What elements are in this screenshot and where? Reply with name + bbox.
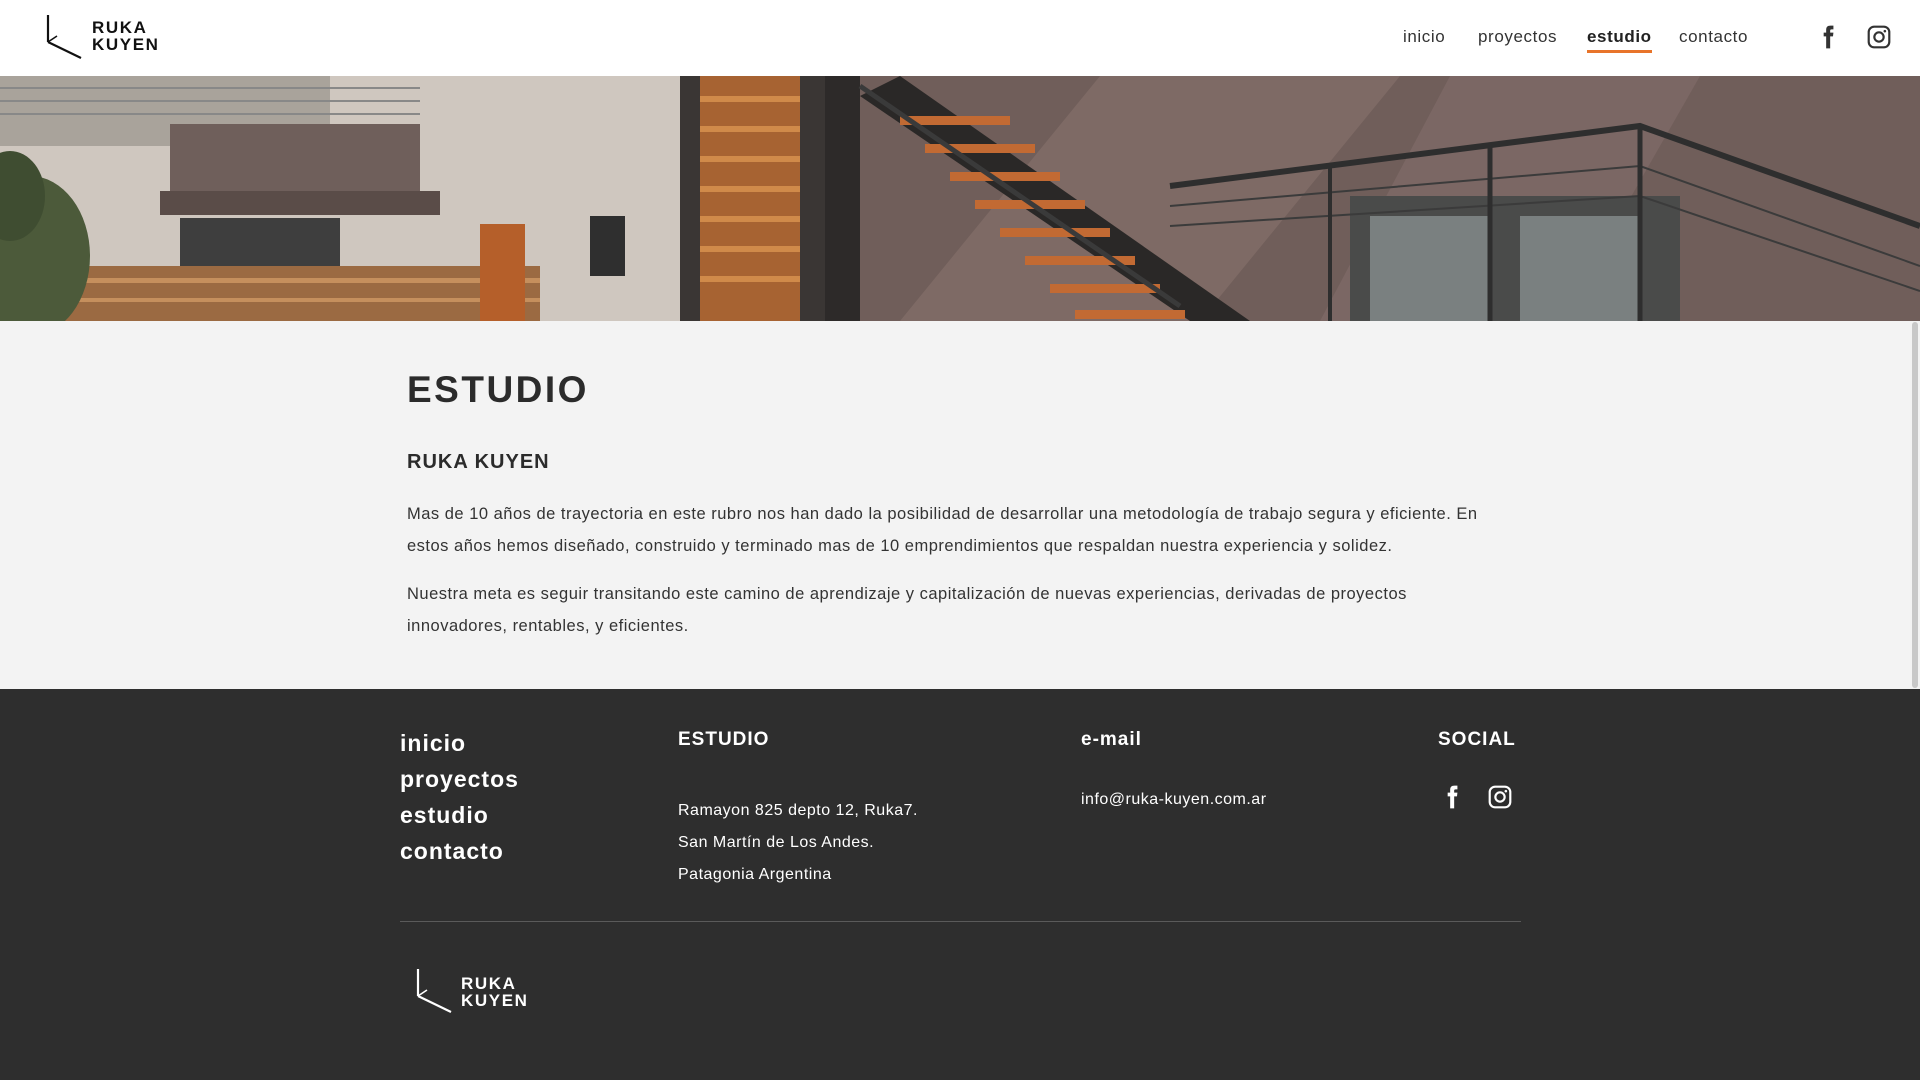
footer-logo-line-2: KUYEN [461,991,529,1010]
page-title: ESTUDIO [407,369,589,410]
footer-brand-logo[interactable]: RUKA KUYEN [416,969,546,1015]
logo-line-2: KUYEN [92,35,160,54]
address-line-3: Patagonia Argentina [678,866,832,883]
footer-nav-item-contacto[interactable]: contacto [400,833,519,869]
facebook-icon[interactable] [1815,24,1841,50]
nav-item-inicio[interactable]: inicio [1403,27,1445,47]
logo-mark-icon [416,969,452,1013]
address-line-2: San Martín de Los Andes. [678,834,875,851]
nav-item-proyectos[interactable]: proyectos [1478,27,1557,47]
footer-email-link[interactable]: info@ruka-kuyen.com.ar [1081,791,1267,809]
brand-logo[interactable]: RUKA KUYEN [46,15,176,61]
footer-nav-item-proyectos[interactable]: proyectos [400,761,519,797]
footer-logo-line-1: RUKA [461,974,517,993]
main-content: ESTUDIO RUKA KUYEN Mas de 10 años de tra… [0,321,1910,689]
scrollbar-thumb[interactable] [1912,322,1918,688]
site-header: RUKA KUYEN inicio proyectos estudio cont… [0,0,1920,76]
footer-social-heading: SOCIAL [1438,729,1516,750]
footer-nav: inicio proyectos estudio contacto [400,725,519,869]
footer-nav-item-estudio[interactable]: estudio [400,797,519,833]
nav-item-contacto[interactable]: contacto [1679,27,1748,47]
footer-address: Ramayon 825 depto 12, Ruka7. San Martín … [678,795,918,891]
footer-divider [400,921,1521,922]
instagram-icon[interactable] [1487,784,1513,810]
nav-item-estudio[interactable]: estudio [1587,27,1652,53]
nav-item-estudio-label: estudio [1587,27,1652,46]
section-subtitle: RUKA KUYEN [407,451,550,473]
logo-wordmark: RUKA KUYEN [92,19,160,53]
footer-logo-wordmark: RUKA KUYEN [461,975,529,1009]
nav-active-underline [1587,50,1652,53]
site-footer: inicio proyectos estudio contacto ESTUDI… [0,689,1920,1080]
intro-paragraph: Mas de 10 años de trayectoria en este ru… [407,505,1478,555]
facebook-icon[interactable] [1439,784,1465,810]
instagram-icon[interactable] [1866,24,1892,50]
logo-mark-icon [46,15,82,59]
footer-studio-heading: ESTUDIO [678,729,770,750]
footer-email-heading: e-mail [1081,729,1142,750]
logo-line-1: RUKA [92,18,148,37]
footer-nav-item-inicio[interactable]: inicio [400,725,519,761]
hero-image-building-staircase [0,76,1920,321]
address-line-1: Ramayon 825 depto 12, Ruka7. [678,802,918,819]
goal-paragraph: Nuestra meta es seguir transitando este … [407,585,1407,635]
